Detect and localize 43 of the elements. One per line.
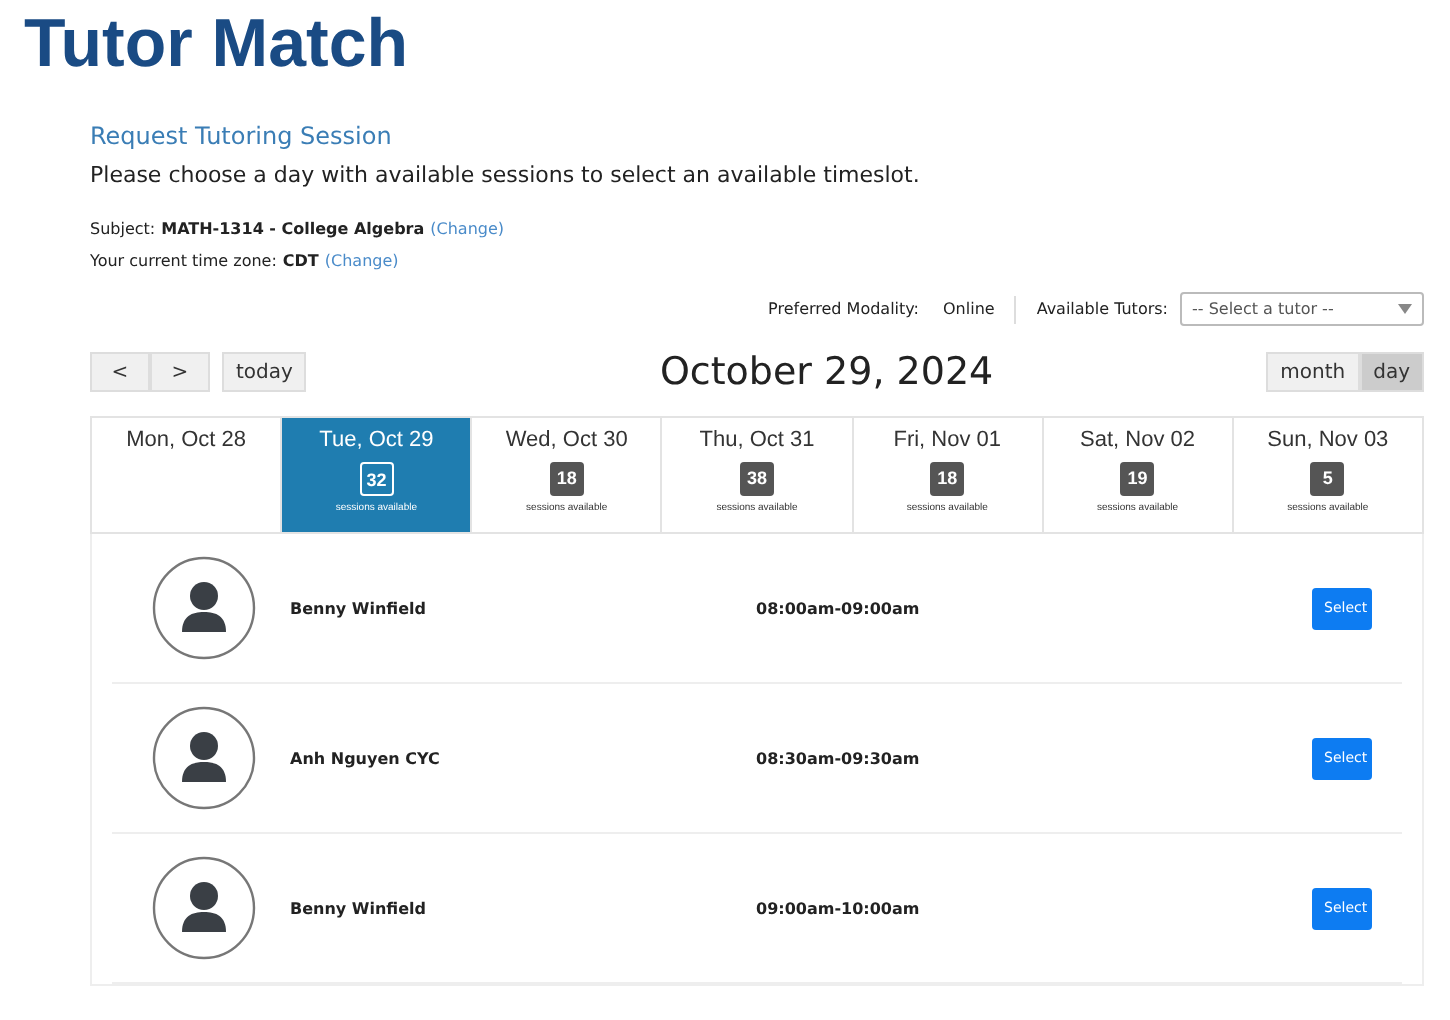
session-count: 19: [1120, 462, 1155, 496]
timezone-label: Your current time zone:: [90, 250, 277, 274]
day-label: Mon, Oct 28: [126, 428, 247, 452]
tutor-name: Anh Nguyen CYC: [290, 749, 442, 767]
tutors-label: Available Tutors:: [1036, 300, 1168, 318]
change-link[interactable]: (Change): [430, 214, 505, 246]
day-label: Wed, Oct 30: [505, 428, 628, 452]
session-count: 18: [930, 462, 965, 496]
tutor-name: Benny Winfield: [290, 599, 428, 617]
avatar-icon: [152, 706, 256, 810]
change-link[interactable]: (Change): [324, 246, 399, 278]
view-toggle[interactable]: day: [1359, 352, 1424, 392]
caret-icon: [1398, 304, 1412, 314]
timezone-value: CDT: [282, 250, 319, 274]
time-slot: 09:00am-10:00am: [756, 899, 1312, 917]
session-count: 32: [359, 462, 394, 496]
session-count: 38: [739, 462, 774, 496]
subject-label: Subject:: [90, 218, 156, 242]
page-title: Tutor Match: [22, 4, 411, 84]
time-slot: 08:30am-09:30am: [756, 749, 1312, 767]
next-button[interactable]: >: [150, 352, 210, 392]
subject-value: MATH-1314 - College Algebra: [161, 218, 425, 242]
date-column-tab[interactable]: Mon, Oct 28: [92, 418, 281, 532]
avatar-icon: [152, 556, 256, 660]
day-label: Fri, Nov 01: [893, 428, 1002, 452]
tutor-name: Benny Winfield: [290, 899, 428, 917]
session-count: 18: [549, 462, 584, 496]
day-label: Sun, Nov 03: [1267, 428, 1389, 452]
session-count: 5: [1310, 462, 1345, 496]
today-button[interactable]: today: [222, 352, 307, 392]
avatar-icon: [152, 856, 256, 960]
day-label: Tue, Oct 29: [319, 428, 434, 452]
day-label: Thu, Oct 31: [699, 428, 815, 452]
day-label: Sat, Nov 02: [1080, 428, 1196, 452]
instructions-text: Please choose a day with available sessions to select an available timeslot.: [90, 162, 922, 188]
tutor-dropdown[interactable]: -- Select a tutor --: [1180, 292, 1424, 326]
calendar-title: October 29, 2024: [659, 350, 994, 394]
previous-button[interactable]: <: [90, 352, 150, 392]
modality-label: Preferred Modality:: [768, 300, 919, 318]
time-slot: 08:00am-09:00am: [756, 599, 1312, 617]
modality-value: Online: [943, 300, 995, 318]
section-heading: Request Tutoring Session: [90, 120, 394, 152]
view-toggle[interactable]: month: [1266, 352, 1360, 392]
